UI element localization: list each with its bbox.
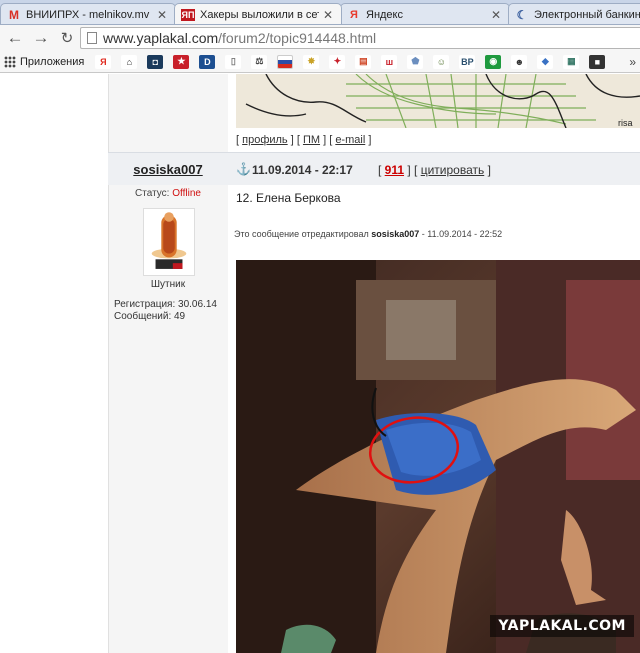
bookmark-icons: Я ⌂ ◘ ★ D ▯ ⚖ ✸ ✦ ▤ ш ⬟ ☺ BP ◉ ☻ ◆ ▦ ■ bbox=[90, 54, 610, 69]
emblem-bookmark-icon[interactable]: ✸ bbox=[303, 54, 320, 69]
post-text: 12. Елена Беркова bbox=[236, 191, 341, 205]
profile-link[interactable]: профиль bbox=[242, 134, 288, 146]
tab-yandex[interactable]: Я Яндекс ✕ bbox=[340, 3, 510, 24]
bank-icon: ☾ bbox=[516, 7, 528, 22]
avatar bbox=[143, 208, 195, 276]
author-info: Регистрация: 30.06.14 Сообщений: 49 bbox=[114, 299, 217, 323]
tab-gmail[interactable]: M ВНИИПРХ - melnikov.mv ✕ bbox=[0, 3, 176, 24]
post-number-link[interactable]: 911 bbox=[385, 163, 404, 177]
green-bookmark-icon[interactable]: ◉ bbox=[485, 54, 502, 69]
pm-link[interactable]: ПМ bbox=[303, 134, 320, 146]
status-label: Статус: bbox=[135, 188, 170, 199]
edit-notice: Это сообщение отредактировал sosiska007 … bbox=[234, 229, 502, 239]
russia-flag-bookmark-icon[interactable] bbox=[277, 54, 294, 69]
post-actions: [ 911 ] [ цитировать ] bbox=[378, 163, 491, 177]
author-status: Статус: Offline bbox=[108, 188, 228, 199]
url-path: /forum2/topic914448.html bbox=[218, 30, 377, 46]
w-bookmark-icon[interactable]: ш bbox=[381, 54, 398, 69]
yandex-bookmark-icon[interactable]: Я bbox=[95, 54, 112, 69]
status-offline: Offline bbox=[172, 188, 201, 199]
post-date: 11.09.2014 - 22:17 bbox=[252, 163, 353, 177]
svg-text:risa: risa bbox=[618, 118, 633, 128]
close-icon[interactable]: ✕ bbox=[157, 8, 169, 22]
edit-notice-prefix: Это сообщение отредактировал bbox=[234, 229, 369, 239]
quote-link[interactable]: цитировать bbox=[421, 163, 485, 177]
tab-bank[interactable]: ☾ Электронный банкинг bbox=[508, 3, 640, 24]
home-bookmark-icon[interactable]: ⌂ bbox=[121, 54, 138, 69]
square-bookmark-icon[interactable]: ◘ bbox=[147, 54, 164, 69]
post-photo[interactable]: YAPLAKAL.COM bbox=[236, 260, 640, 653]
tile-bookmark-icon[interactable]: ▦ bbox=[563, 54, 580, 69]
back-arrow-icon[interactable]: ← bbox=[4, 27, 26, 49]
smiley-bookmark-icon[interactable]: ☺ bbox=[433, 54, 450, 69]
author-rank: Шутник bbox=[150, 279, 186, 290]
page-icon bbox=[87, 32, 97, 44]
anchor-icon[interactable]: ⚓ bbox=[236, 162, 251, 176]
edit-notice-user: sosiska007 bbox=[371, 229, 420, 239]
bookmarks-bar: Приложения Я ⌂ ◘ ★ D ▯ ⚖ ✸ ✦ ▤ ш ⬟ ☺ BP ◉ ☻ ◆ ▦ ■ » bbox=[0, 51, 640, 73]
tab-yaplakal[interactable]: ЯП Хакеры выложили в сеть ✕ bbox=[174, 3, 342, 24]
more-bookmarks-icon[interactable]: » bbox=[629, 55, 636, 69]
reload-icon[interactable]: ↻ bbox=[56, 27, 78, 49]
email-link[interactable]: e-mail bbox=[335, 134, 365, 146]
page-bookmark-icon[interactable]: ▯ bbox=[225, 54, 242, 69]
drop-bookmark-icon[interactable]: ◆ bbox=[537, 54, 554, 69]
close-icon[interactable]: ✕ bbox=[491, 8, 503, 22]
gavel-bookmark-icon[interactable]: ⚖ bbox=[251, 54, 268, 69]
tab-label: Яндекс bbox=[366, 8, 403, 21]
d-bookmark-icon[interactable]: D bbox=[199, 54, 216, 69]
tab-label: ВНИИПРХ - melnikov.mv bbox=[26, 8, 150, 21]
dark-bookmark-icon[interactable]: ■ bbox=[589, 54, 606, 69]
close-icon[interactable]: ✕ bbox=[323, 8, 335, 22]
apps-bookmark[interactable]: Приложения bbox=[4, 55, 85, 68]
flag-bookmark-icon[interactable]: ▤ bbox=[355, 54, 372, 69]
forward-arrow-icon[interactable]: → bbox=[30, 27, 52, 49]
shield-bookmark-icon[interactable]: ⬟ bbox=[407, 54, 424, 69]
tab-label: Хакеры выложили в сеть bbox=[200, 8, 319, 21]
tab-label: Электронный банкинг bbox=[534, 8, 640, 21]
forum-page: risa [ профиль ] [ ПМ ] [ e-mail ] sosis… bbox=[0, 74, 640, 653]
yandex-icon: Я bbox=[350, 8, 358, 21]
url-text: www.yaplakal.com/forum2/topic914448.html bbox=[103, 30, 376, 46]
star-bookmark-icon[interactable]: ★ bbox=[173, 54, 190, 69]
yaplakal-icon: ЯП bbox=[181, 8, 195, 21]
watermark-logo: YAPLAKAL.COM bbox=[490, 615, 634, 637]
bp-bookmark-icon[interactable]: BP bbox=[459, 54, 476, 69]
apps-grid-icon bbox=[4, 55, 16, 68]
browser-toolbar: ← → ↻ www.yaplakal.com/forum2/topic91444… bbox=[0, 25, 640, 51]
post-author-name[interactable]: sosiska007 bbox=[108, 162, 228, 177]
address-bar[interactable]: www.yaplakal.com/forum2/topic914448.html bbox=[80, 27, 640, 49]
face-bookmark-icon[interactable]: ☻ bbox=[511, 54, 528, 69]
registration-date: Регистрация: 30.06.14 bbox=[114, 299, 217, 310]
message-count: Сообщений: 49 bbox=[114, 311, 186, 322]
url-host: www.yaplakal.com bbox=[103, 30, 219, 46]
profile-links: [ профиль ] [ ПМ ] [ e-mail ] bbox=[236, 134, 372, 146]
previous-post-image: risa bbox=[236, 74, 640, 128]
eagle-bookmark-icon[interactable]: ✦ bbox=[329, 54, 346, 69]
tab-strip: M ВНИИПРХ - melnikov.mv ✕ ЯП Хакеры выло… bbox=[0, 0, 640, 25]
apps-label: Приложения bbox=[20, 55, 85, 68]
edit-notice-time: - 11.09.2014 - 22:52 bbox=[421, 229, 503, 239]
gmail-icon: M bbox=[9, 7, 19, 22]
